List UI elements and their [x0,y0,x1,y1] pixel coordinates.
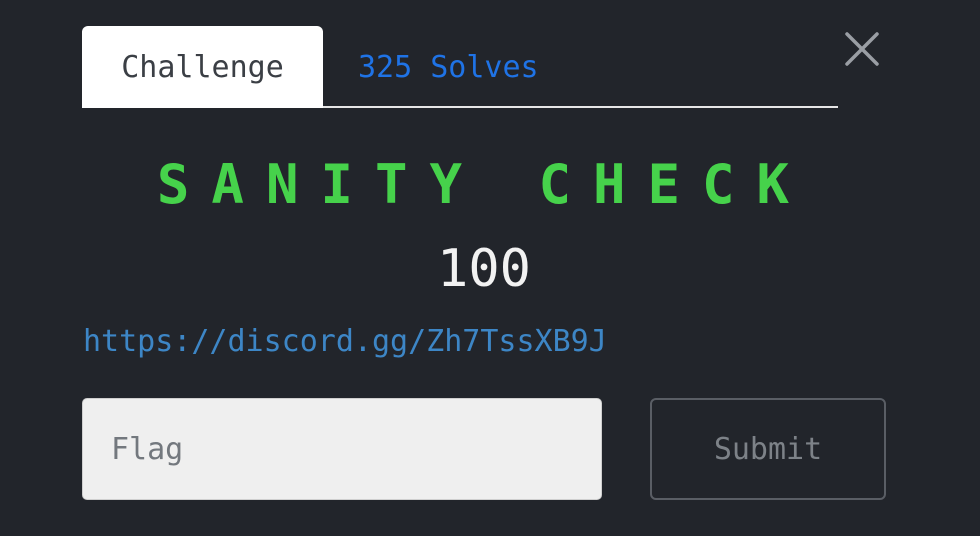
tab-solves[interactable]: 325 Solves [338,26,558,108]
challenge-description-link[interactable]: https://discord.gg/Zh7TssXB9J [83,322,607,362]
tab-solves-label: 325 Solves [358,49,539,85]
tab-challenge[interactable]: Challenge [82,26,323,108]
challenge-modal: Challenge 325 Solves SANITY CHECK 100 ht… [0,0,980,536]
close-icon [843,30,881,68]
tab-bar: Challenge 325 Solves [82,26,838,108]
flag-input[interactable] [82,398,602,500]
challenge-points: 100 [437,239,531,299]
challenge-title: SANITY CHECK [156,153,812,216]
tab-challenge-label: Challenge [121,49,284,85]
close-button[interactable] [843,30,881,68]
submit-button[interactable]: Submit [650,398,886,500]
